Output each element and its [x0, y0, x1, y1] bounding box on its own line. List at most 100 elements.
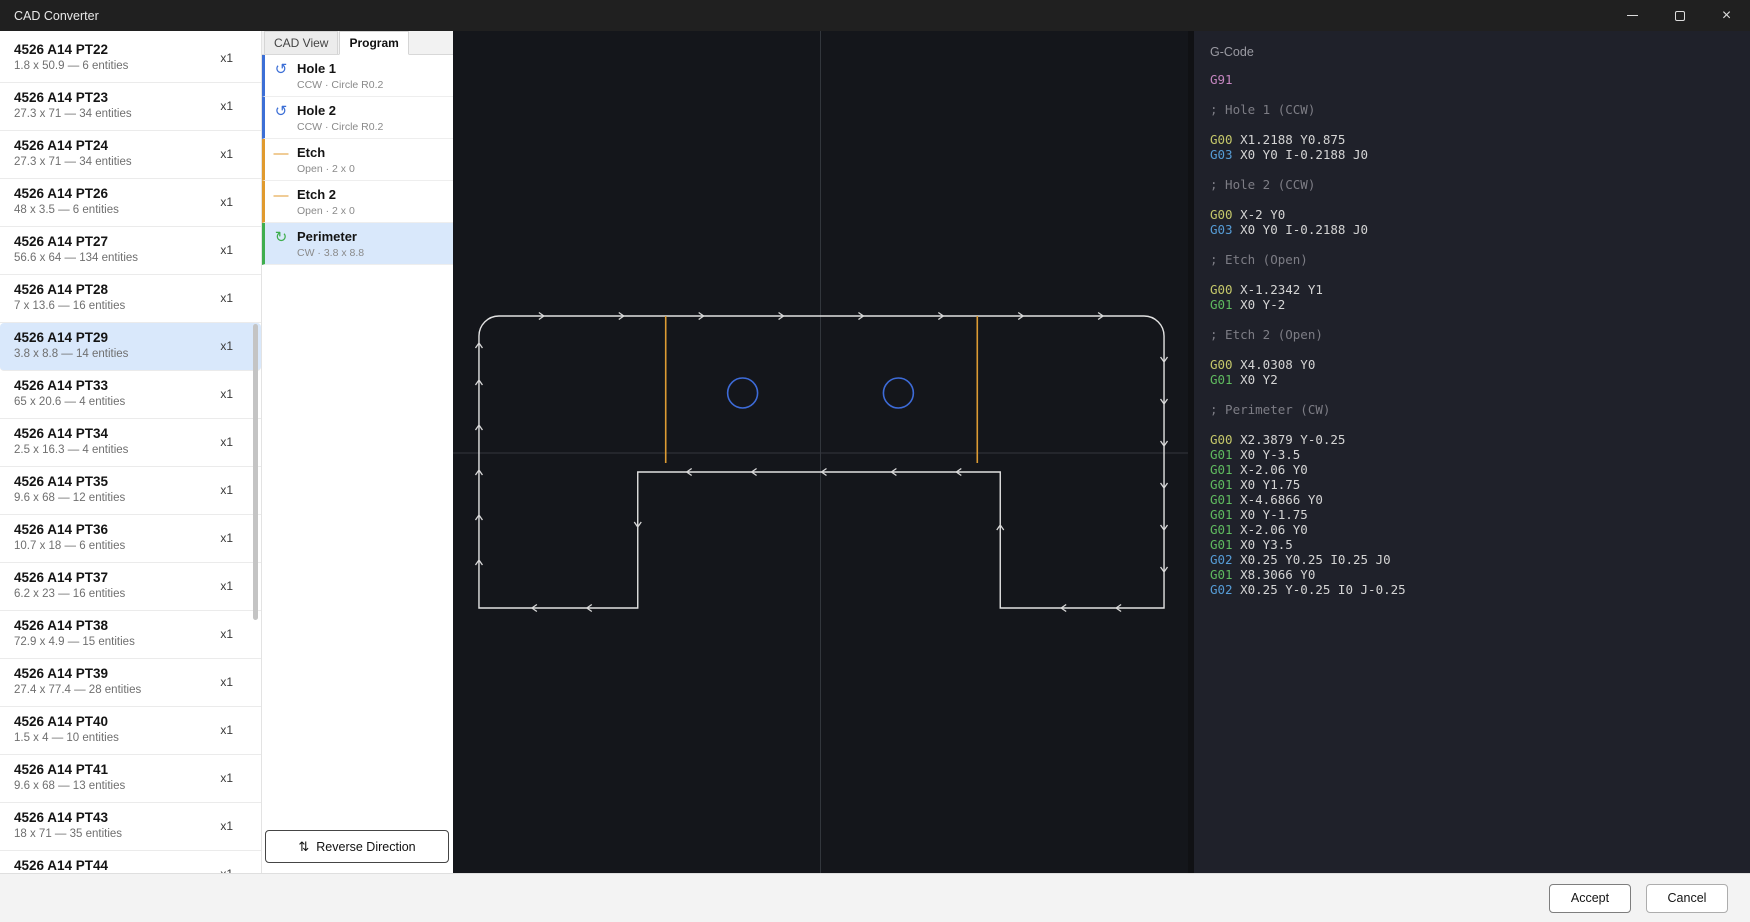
gcode-line: G01 X-4.6866 Y0	[1210, 492, 1740, 507]
part-qty: x1	[220, 819, 233, 833]
etch-line-icon: —	[273, 146, 289, 162]
main-content: 4526 A14 PT221.8 x 50.9 — 6 entitiesx145…	[0, 31, 1750, 873]
gcode-panel: G-Code G91 ; Hole 1 (CCW) G00 X1.2188 Y0…	[1194, 31, 1750, 873]
gcode-line	[1210, 267, 1740, 282]
operation-text: PerimeterCW · 3.8 x 8.8	[297, 229, 364, 259]
operation-title: Hole 1	[297, 61, 383, 76]
part-list-item[interactable]: 4526 A14 PT359.6 x 68 — 12 entitiesx1	[0, 467, 261, 515]
part-list-item[interactable]: 4526 A14 PT2427.3 x 71 — 34 entitiesx1	[0, 131, 261, 179]
operation-text: Etch Open · 2 x 0	[297, 145, 355, 175]
part-name: 4526 A14 PT29	[14, 330, 227, 345]
part-meta: 72.9 x 4.9 — 15 entities	[14, 636, 227, 648]
operation-item[interactable]: ↺ Hole 1CCW · Circle R0.2	[262, 55, 453, 97]
gcode-lines: G91 ; Hole 1 (CCW) G00 X1.2188 Y0.875G03…	[1210, 72, 1740, 597]
window-controls: ×	[1609, 0, 1750, 31]
gcode-line	[1210, 192, 1740, 207]
part-qty: x1	[220, 339, 233, 353]
gcode-line	[1210, 417, 1740, 432]
gcode-line: G00 X-1.2342 Y1	[1210, 282, 1740, 297]
part-list-item[interactable]: 4526 A14 PT2648 x 3.5 — 6 entitiesx1	[0, 179, 261, 227]
part-list-item[interactable]: 4526 A14 PT44x1	[0, 851, 261, 873]
part-name: 4526 A14 PT28	[14, 282, 227, 297]
part-list-item[interactable]: 4526 A14 PT28 7 x 13.6 — 16 entitiesx1	[0, 275, 261, 323]
operation-text: Hole 2 CCW · Circle R0.2	[297, 103, 383, 133]
tab-cad-view[interactable]: CAD View	[264, 31, 338, 54]
part-qty: x1	[220, 531, 233, 545]
gcode-line	[1210, 117, 1740, 132]
part-list-item[interactable]: 4526 A14 PT2327.3 x 71 — 34 entitiesx1	[0, 83, 261, 131]
gcode-line	[1210, 312, 1740, 327]
part-qty: x1	[220, 147, 233, 161]
part-name: 4526 A14 PT35	[14, 474, 227, 489]
gcode-line: G01 X0 Y-2	[1210, 297, 1740, 312]
minimize-icon	[1627, 15, 1638, 16]
part-name: 4526 A14 PT41	[14, 762, 227, 777]
gcode-line: G01 X0 Y1.75	[1210, 477, 1740, 492]
operation-text: Hole 1CCW · Circle R0.2	[297, 61, 383, 91]
part-list-item[interactable]: 4526 A14 PT376.2 x 23 — 16 entitiesx1	[0, 563, 261, 611]
reverse-direction-wrap: ⇅ Reverse Direction	[262, 824, 453, 873]
part-list-item[interactable]: 4526 A14 PT3927.4 x 77.4 — 28 entitiesx1	[0, 659, 261, 707]
part-qty: x1	[220, 771, 233, 785]
sidebar-scrollbar[interactable]	[253, 324, 258, 620]
part-list-item[interactable]: 4526 A14 PT2756.6 x 64 — 134 entitiesx1	[0, 227, 261, 275]
minimize-button[interactable]	[1609, 0, 1656, 31]
part-qty: x1	[220, 867, 233, 873]
part-meta: 27.3 x 71 — 34 entities	[14, 156, 227, 168]
part-qty: x1	[220, 195, 233, 209]
gcode-line: G01 X0 Y2	[1210, 372, 1740, 387]
accept-button[interactable]: Accept	[1549, 884, 1631, 913]
part-qty: x1	[220, 387, 233, 401]
part-meta: 3.8 x 8.8 — 14 entities	[14, 348, 227, 360]
part-list-item[interactable]: 4526 A14 PT38 72.9 x 4.9 — 15 entitiesx1	[0, 611, 261, 659]
hole-circle-2	[883, 378, 913, 408]
gcode-line: ; Etch (Open)	[1210, 252, 1740, 267]
part-meta: 7 x 13.6 — 16 entities	[14, 300, 227, 312]
part-name: 4526 A14 PT44	[14, 858, 227, 873]
reverse-direction-button[interactable]: ⇅ Reverse Direction	[265, 830, 449, 863]
operation-meta: Open · 2 x 0	[297, 163, 355, 175]
gcode-line: ; Etch 2 (Open)	[1210, 327, 1740, 342]
operation-item[interactable]: —Etch 2Open · 2 x 0	[262, 181, 453, 223]
gcode-line: G03 X0 Y0 I-0.2188 J0	[1210, 147, 1740, 162]
part-name: 4526 A14 PT38	[14, 618, 227, 633]
gcode-line: G00 X4.0308 Y0	[1210, 357, 1740, 372]
part-qty: x1	[220, 291, 233, 305]
tab-program[interactable]: Program	[339, 31, 408, 55]
part-list-item[interactable]: 4526 A14 PT3365 x 20.6 — 4 entitiesx1	[0, 371, 261, 419]
part-meta: 27.4 x 77.4 — 28 entities	[14, 684, 227, 696]
operation-item[interactable]: — Etch Open · 2 x 0	[262, 139, 453, 181]
part-list-item[interactable]: 4526 A14 PT342.5 x 16.3 — 4 entitiesx1	[0, 419, 261, 467]
operation-title: Etch	[297, 145, 355, 160]
operation-title: Hole 2	[297, 103, 383, 118]
part-list-item[interactable]: 4526 A14 PT419.6 x 68 — 13 entitiesx1	[0, 755, 261, 803]
part-name: 4526 A14 PT37	[14, 570, 227, 585]
operation-item[interactable]: ↺Hole 2CCW · Circle R0.2	[262, 97, 453, 139]
gcode-line: G03 X0 Y0 I-0.2188 J0	[1210, 222, 1740, 237]
part-qty: x1	[220, 627, 233, 641]
part-meta: 48 x 3.5 — 6 entities	[14, 204, 227, 216]
part-list-item[interactable]: 4526 A14 PT401.5 x 4 — 10 entitiesx1	[0, 707, 261, 755]
operation-meta: Open · 2 x 0	[297, 205, 355, 217]
cancel-button[interactable]: Cancel	[1646, 884, 1728, 913]
reverse-direction-label: Reverse Direction	[316, 840, 415, 854]
part-qty: x1	[220, 675, 233, 689]
close-button[interactable]: ×	[1703, 0, 1750, 31]
part-qty: x1	[220, 435, 233, 449]
cad-canvas[interactable]	[453, 31, 1194, 873]
part-list-item[interactable]: 4526 A14 PT221.8 x 50.9 — 6 entitiesx1	[0, 35, 261, 83]
rotate-ccw-icon: ↺	[273, 62, 289, 78]
part-list-item[interactable]: 4526 A14 PT3610.7 x 18 — 6 entitiesx1	[0, 515, 261, 563]
part-list-item[interactable]: 4526 A14 PT4318 x 71 — 35 entitiesx1	[0, 803, 261, 851]
gcode-line	[1210, 87, 1740, 102]
gcode-line	[1210, 237, 1740, 252]
gcode-line: G01 X-2.06 Y0	[1210, 462, 1740, 477]
part-outline	[479, 316, 1164, 608]
operation-item[interactable]: ↻PerimeterCW · 3.8 x 8.8	[262, 223, 453, 265]
parts-sidebar: 4526 A14 PT221.8 x 50.9 — 6 entitiesx145…	[0, 31, 262, 873]
gcode-line: G02 X0.25 Y0.25 I0.25 J0	[1210, 552, 1740, 567]
maximize-button[interactable]	[1656, 0, 1703, 31]
window-title: CAD Converter	[0, 9, 99, 23]
operation-meta: CCW · Circle R0.2	[297, 121, 383, 133]
part-list-item[interactable]: 4526 A14 PT29 3.8 x 8.8 — 14 entitiesx1	[0, 323, 261, 371]
